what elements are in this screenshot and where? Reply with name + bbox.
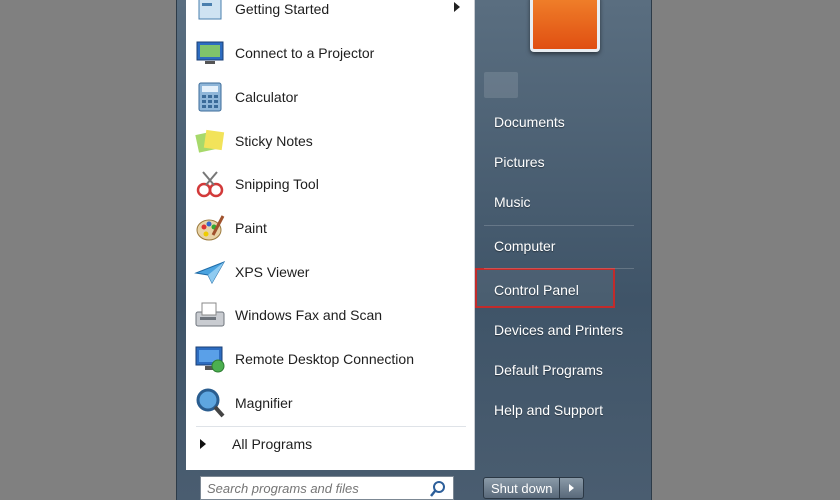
fax-icon (192, 297, 228, 333)
program-label: XPS Viewer (235, 264, 310, 280)
magnifier-icon (192, 385, 228, 421)
program-calculator[interactable]: Calculator (186, 76, 474, 118)
paper-plane-icon (192, 254, 228, 290)
program-getting-started[interactable]: Getting Started (186, 0, 474, 30)
program-label: Paint (235, 220, 267, 236)
right-separator (484, 225, 634, 226)
calculator-icon (192, 79, 228, 115)
program-magnifier[interactable]: Magnifier (186, 382, 474, 424)
search-input[interactable] (201, 479, 429, 497)
user-picture[interactable] (530, 0, 600, 52)
program-label: Connect to a Projector (235, 45, 375, 61)
programs-separator (196, 426, 466, 427)
program-label: Snipping Tool (235, 176, 319, 192)
program-sticky-notes[interactable]: Sticky Notes (186, 120, 474, 162)
program-label: Getting Started (235, 1, 330, 17)
link-pictures[interactable]: Pictures (494, 154, 545, 170)
link-music[interactable]: Music (494, 194, 531, 210)
shutdown-options-button[interactable] (560, 477, 585, 499)
program-label: Remote Desktop Connection (235, 351, 414, 367)
program-snipping-tool[interactable]: Snipping Tool (186, 163, 474, 205)
sticky-notes-icon (192, 123, 228, 159)
program-fax-scan[interactable]: Windows Fax and Scan (186, 294, 474, 336)
getting-started-icon (192, 0, 228, 27)
search-box[interactable] (200, 476, 454, 500)
link-help-support[interactable]: Help and Support (494, 402, 603, 418)
user-name[interactable] (484, 72, 518, 98)
projector-icon (192, 35, 228, 71)
program-remote-desktop[interactable]: Remote Desktop Connection (186, 338, 474, 380)
program-xps-viewer[interactable]: XPS Viewer (186, 251, 474, 293)
all-programs-label: All Programs (232, 436, 313, 452)
link-computer[interactable]: Computer (494, 238, 555, 254)
link-devices-printers[interactable]: Devices and Printers (494, 322, 623, 338)
all-programs-button[interactable]: All Programs (186, 428, 474, 460)
program-label: Windows Fax and Scan (235, 307, 383, 323)
triangle-right-icon (200, 439, 206, 449)
program-connect-projector[interactable]: Connect to a Projector (186, 32, 474, 74)
program-paint[interactable]: Paint (186, 207, 474, 249)
paint-palette-icon (192, 210, 228, 246)
program-label: Sticky Notes (235, 133, 313, 149)
remote-desktop-icon (192, 341, 228, 377)
link-documents[interactable]: Documents (494, 114, 565, 130)
shutdown-button[interactable]: Shut down (483, 477, 561, 499)
link-control-panel[interactable]: Control Panel (494, 282, 579, 298)
right-separator (484, 268, 634, 269)
submenu-arrow-icon[interactable] (454, 2, 460, 12)
scissors-icon (192, 166, 228, 202)
arrow-right-icon (569, 484, 575, 492)
link-default-programs[interactable]: Default Programs (494, 362, 603, 378)
program-label: Magnifier (235, 395, 293, 411)
search-icon[interactable] (429, 480, 447, 498)
program-label: Calculator (235, 89, 299, 105)
shutdown-group: Shut down (483, 477, 585, 499)
